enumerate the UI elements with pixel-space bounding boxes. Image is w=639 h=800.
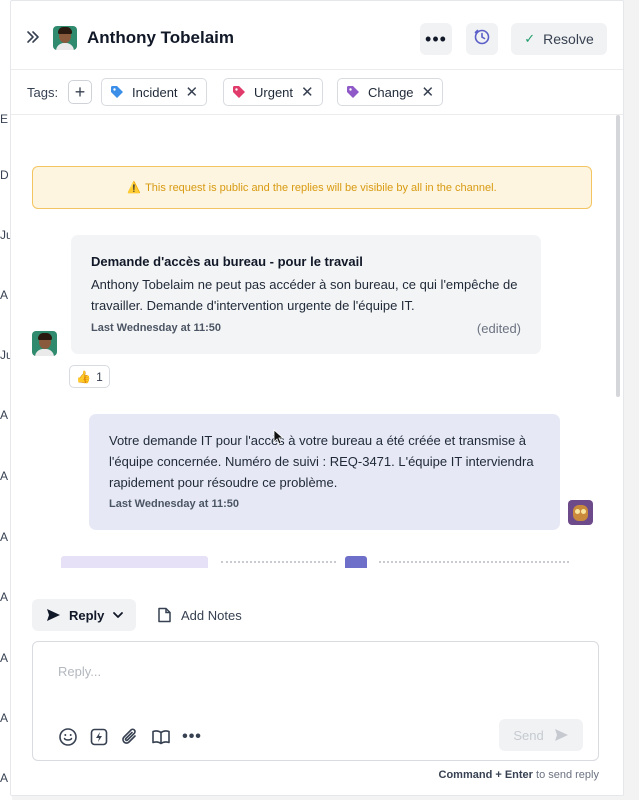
add-notes-tab[interactable]: Add Notes: [157, 599, 242, 631]
tag-icon: [111, 86, 123, 98]
reply-tab-label: Reply: [69, 607, 105, 623]
resolve-button[interactable]: ✓ Resolve: [511, 23, 607, 55]
add-notes-label: Add Notes: [181, 607, 242, 623]
scrollbar[interactable]: [616, 115, 620, 397]
message-body: Votre demande IT pour l'accès à votre bu…: [109, 433, 534, 490]
more-options-button[interactable]: •••: [420, 23, 452, 55]
reply-placeholder: Reply...: [58, 664, 102, 679]
send-shortcut-hint: Command + Enter to send reply: [439, 769, 599, 781]
tags-label: Tags:: [27, 85, 59, 100]
shortcut-keys: Command + Enter: [438, 769, 533, 781]
tag-label: Urgent: [254, 84, 294, 100]
tag-icon: [233, 86, 245, 98]
check-icon: ✓: [524, 31, 536, 46]
shortcut-text: to send reply: [532, 769, 599, 781]
public-request-notice: ⚠️ This request is public and the replie…: [32, 166, 592, 209]
avatar: [53, 26, 77, 50]
reaction-count: 1: [96, 369, 103, 384]
bot-avatar: [568, 500, 593, 525]
remove-tag-icon[interactable]: ✕: [301, 83, 314, 101]
message-timestamp: Last Wednesday at 11:50: [91, 322, 222, 334]
book-icon[interactable]: [151, 727, 171, 747]
edited-label: (edited): [476, 321, 521, 336]
clock-icon: [473, 28, 491, 51]
add-tag-button[interactable]: +: [68, 80, 92, 104]
tag-incident[interactable]: Incident ✕: [101, 78, 208, 106]
outgoing-message: Votre demande IT pour l'accès à votre bu…: [89, 414, 560, 530]
editor-toolbar: •••: [58, 726, 202, 748]
tag-urgent[interactable]: Urgent ✕: [223, 78, 323, 106]
lightning-icon[interactable]: [89, 727, 109, 747]
remove-tag-icon[interactable]: ✕: [186, 83, 199, 101]
page-title: Anthony Tobelaim: [87, 28, 235, 47]
tag-label: Change: [368, 84, 414, 100]
reply-tab[interactable]: Reply: [32, 599, 136, 631]
snooze-button[interactable]: [466, 23, 498, 55]
message-title: Demande d'accès au bureau - pour le trav…: [91, 254, 363, 269]
mouse-cursor-icon: [273, 429, 285, 445]
message-body: Anthony Tobelaim ne peut pas accéder à s…: [91, 277, 518, 313]
send-button[interactable]: Send: [499, 719, 583, 751]
expand-chevrons-icon[interactable]: [25, 29, 41, 45]
chevron-down-icon: [113, 612, 124, 618]
message-timestamp: Last Wednesday at 11:50: [109, 498, 240, 510]
incoming-message: Demande d'accès au bureau - pour le trav…: [71, 235, 541, 354]
send-arrow-icon: [554, 729, 568, 741]
tag-change[interactable]: Change ✕: [337, 78, 444, 106]
emoji-icon[interactable]: [58, 727, 78, 747]
reply-arrow-icon: [47, 609, 60, 621]
reaction-badge[interactable]: 👍 1: [69, 365, 110, 388]
tag-icon: [347, 86, 359, 98]
attachment-icon[interactable]: [120, 727, 140, 747]
send-label: Send: [513, 727, 544, 743]
notice-text: This request is public and the replies w…: [145, 181, 497, 194]
remove-tag-icon[interactable]: ✕: [422, 83, 435, 101]
reply-editor[interactable]: Reply... ••• Send: [32, 641, 599, 761]
partially-hidden-activity-row: [61, 556, 581, 568]
tag-label: Incident: [132, 84, 178, 100]
resolve-label: Resolve: [543, 31, 594, 47]
warning-icon: ⚠️: [127, 182, 142, 194]
more-tools-icon[interactable]: •••: [182, 727, 202, 747]
plus-icon: +: [74, 81, 86, 102]
note-icon: [158, 607, 171, 623]
sender-avatar: [32, 331, 57, 356]
conversation-panel: Anthony Tobelaim ••• ✓ Resolve Tags: + I…: [10, 0, 624, 796]
thumbs-up-icon: 👍: [76, 369, 92, 384]
